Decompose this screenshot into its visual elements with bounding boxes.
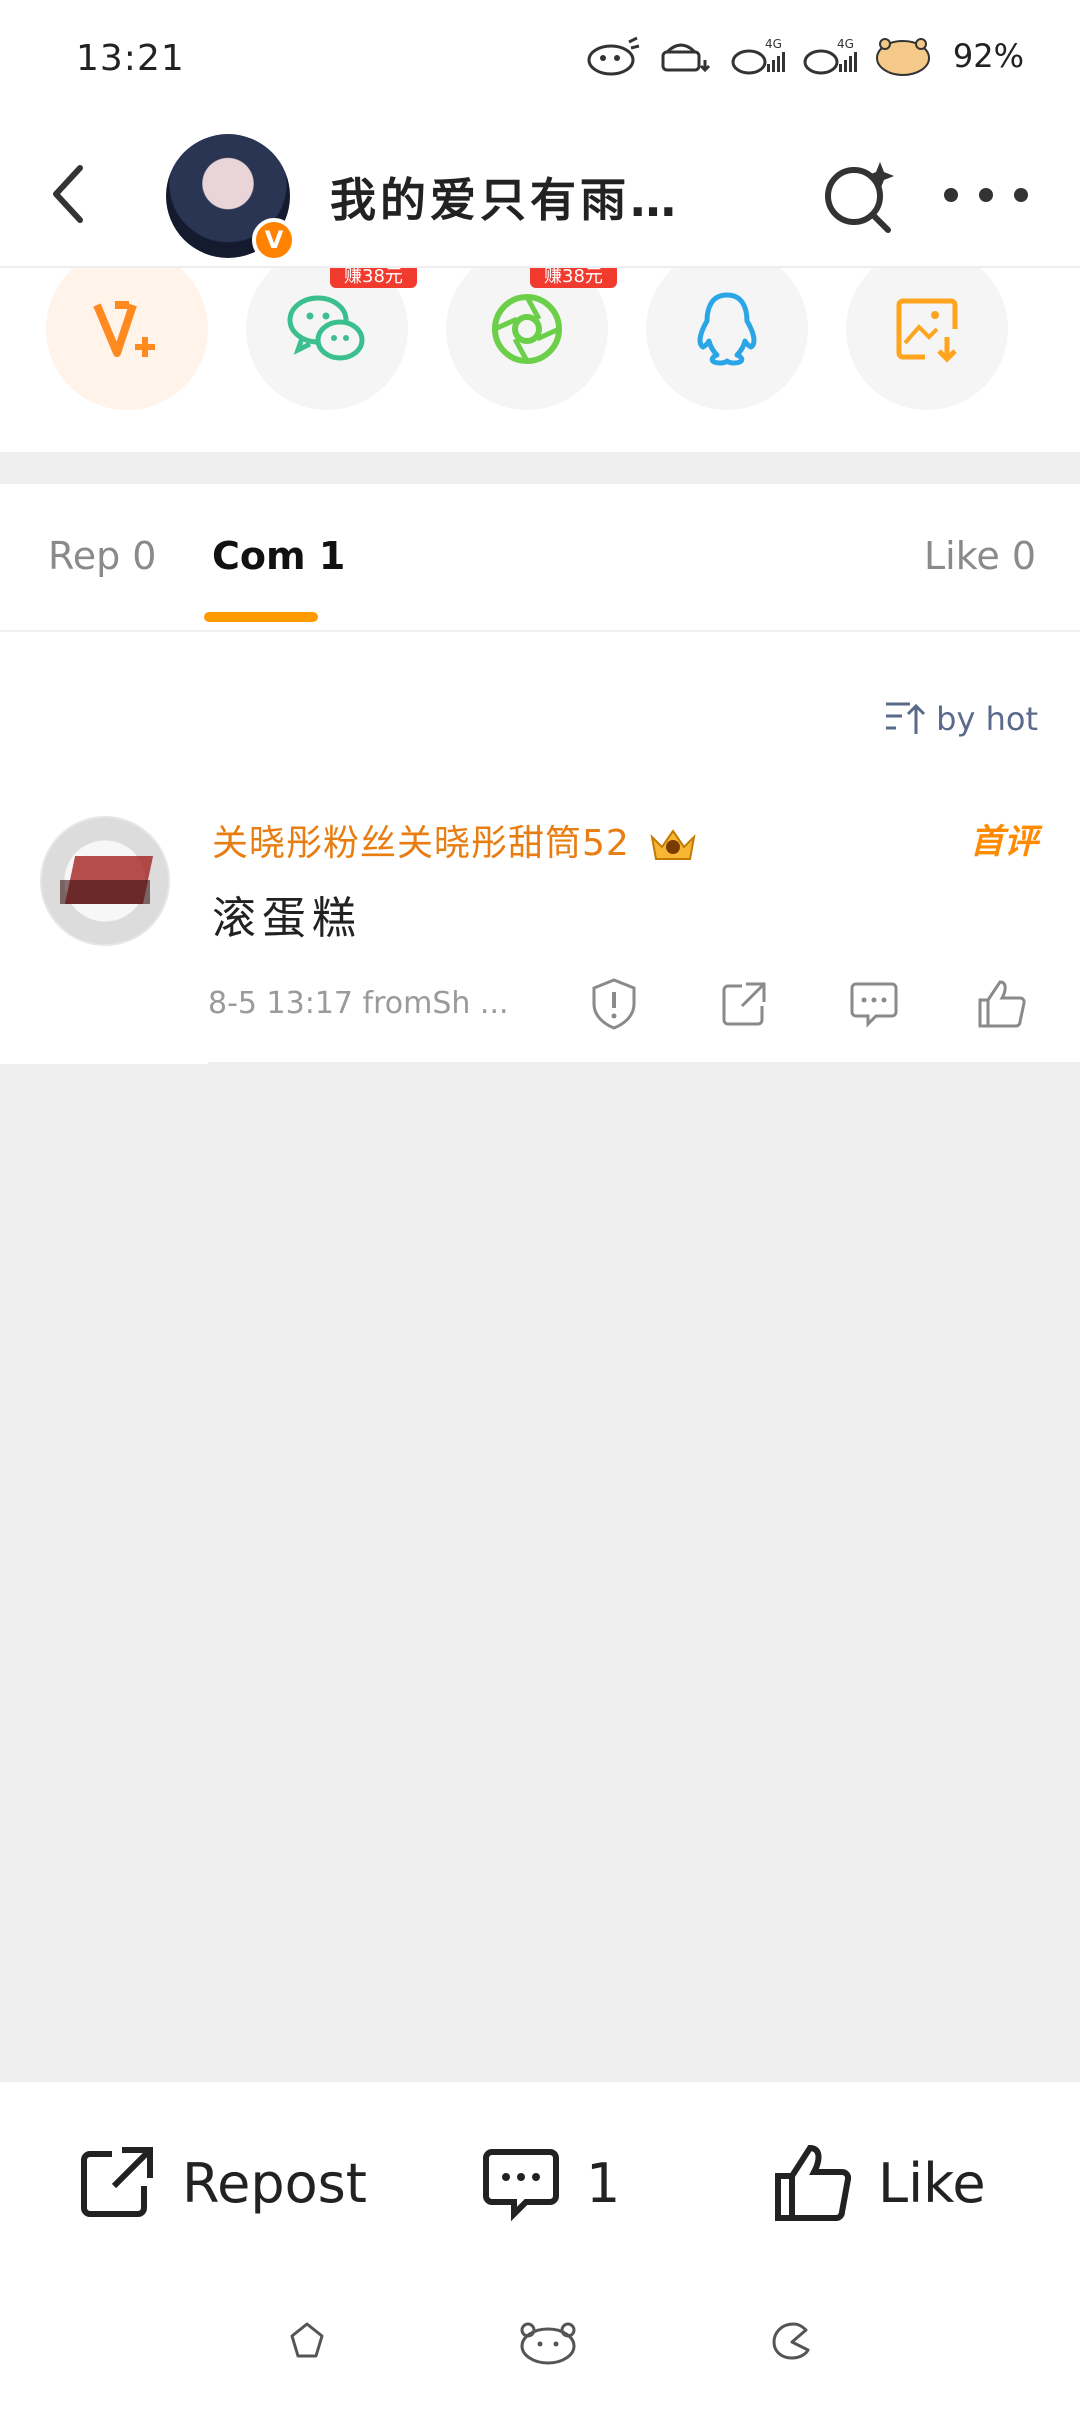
share-comment-icon[interactable] <box>716 976 772 1032</box>
commenter-name-text: 关晓彤粉丝关晓彤甜筒52 <box>212 823 630 864</box>
bottom-action-bar: Repost 1 Like <box>0 2082 1080 2266</box>
system-nav-bar <box>0 2266 1080 2414</box>
moments-icon <box>492 294 562 364</box>
avatar-art-shadow <box>60 880 150 904</box>
back-button[interactable] <box>40 158 100 230</box>
comment-icon <box>483 2149 559 2222</box>
comment-item: 关晓彤粉丝关晓彤甜筒52 首评 滚蛋糕 8-5 13:17 fromSh ... <box>0 800 1080 1064</box>
nav-home-icon[interactable] <box>516 2316 580 2366</box>
signal-4g-icon: 4G <box>731 37 785 75</box>
crown-icon <box>650 829 696 860</box>
battery-icon <box>875 38 930 76</box>
tab-active-indicator <box>204 612 318 622</box>
repost-label: Repost <box>182 2151 367 2215</box>
report-icon[interactable] <box>586 976 642 1032</box>
tab-comment[interactable]: Com 1 <box>212 534 345 578</box>
signal-4g-icon-2: 4G <box>803 37 857 75</box>
cake-icon <box>661 43 710 73</box>
sort-label: by hot <box>936 700 1038 738</box>
like-label: Like <box>878 2151 986 2215</box>
tab-repost[interactable]: Rep 0 <box>48 534 156 578</box>
nav-recents-icon[interactable] <box>282 2316 332 2366</box>
section-divider <box>0 452 1080 484</box>
page-title[interactable]: 我的爱只有雨滴... <box>330 164 720 230</box>
comment-button[interactable]: 1 <box>478 2140 620 2226</box>
sort-icon <box>886 702 926 734</box>
comment-meta: 8-5 13:17 fromSh ... <box>208 986 509 1021</box>
battery-level: 92% <box>952 37 1024 75</box>
notification-icon <box>587 36 640 76</box>
more-dot <box>944 188 958 202</box>
empty-area <box>0 1064 1080 2082</box>
nav-back-icon[interactable] <box>766 2316 816 2366</box>
earn-badge: 赚38元 <box>330 268 417 288</box>
vplus-icon <box>93 301 155 357</box>
first-comment-badge: 首评 <box>970 822 1038 862</box>
repost-button[interactable]: Repost <box>74 2140 367 2226</box>
wechat-icon <box>287 295 365 361</box>
repost-icon <box>81 2147 153 2217</box>
svg-text:4G: 4G <box>765 37 782 51</box>
share-qq-button[interactable] <box>646 268 808 410</box>
like-icon <box>775 2144 852 2221</box>
status-bar: 13:21 4G 4G 92% <box>0 0 1080 120</box>
share-save-image-button[interactable] <box>846 268 1008 410</box>
more-dot <box>1014 188 1028 202</box>
like-button[interactable]: Like <box>770 2140 986 2226</box>
more-button[interactable] <box>944 170 1028 220</box>
share-vplus-button[interactable] <box>46 268 208 410</box>
comment-text[interactable]: 滚蛋糕 <box>212 882 362 946</box>
like-comment-icon[interactable] <box>974 976 1030 1032</box>
profile-avatar[interactable]: V <box>166 134 296 262</box>
earn-badge: 赚38元 <box>530 268 617 288</box>
qq-icon <box>697 292 757 366</box>
commenter-avatar[interactable] <box>40 816 170 946</box>
status-time: 13:21 <box>76 38 185 79</box>
comment-count: 1 <box>586 2151 621 2215</box>
save-image-icon <box>896 298 958 363</box>
tab-bar: Rep 0 Com 1 Like 0 <box>0 484 1080 632</box>
tab-like[interactable]: Like 0 <box>924 534 1036 578</box>
commenter-name[interactable]: 关晓彤粉丝关晓彤甜筒52 <box>212 814 698 866</box>
share-moments-button[interactable] <box>446 268 608 410</box>
sort-toggle[interactable]: by hot <box>884 700 1038 738</box>
share-row: 赚38元 赚38元 <box>0 268 1080 452</box>
status-icons: 4G 4G 92% <box>585 34 1024 78</box>
reply-icon[interactable] <box>846 976 902 1032</box>
svg-text:4G: 4G <box>837 37 854 51</box>
share-wechat-button[interactable] <box>246 268 408 410</box>
header: V 我的爱只有雨滴... <box>0 120 1080 268</box>
verified-badge: V <box>252 218 296 262</box>
more-dot <box>979 188 993 202</box>
search-icon[interactable] <box>818 156 898 236</box>
